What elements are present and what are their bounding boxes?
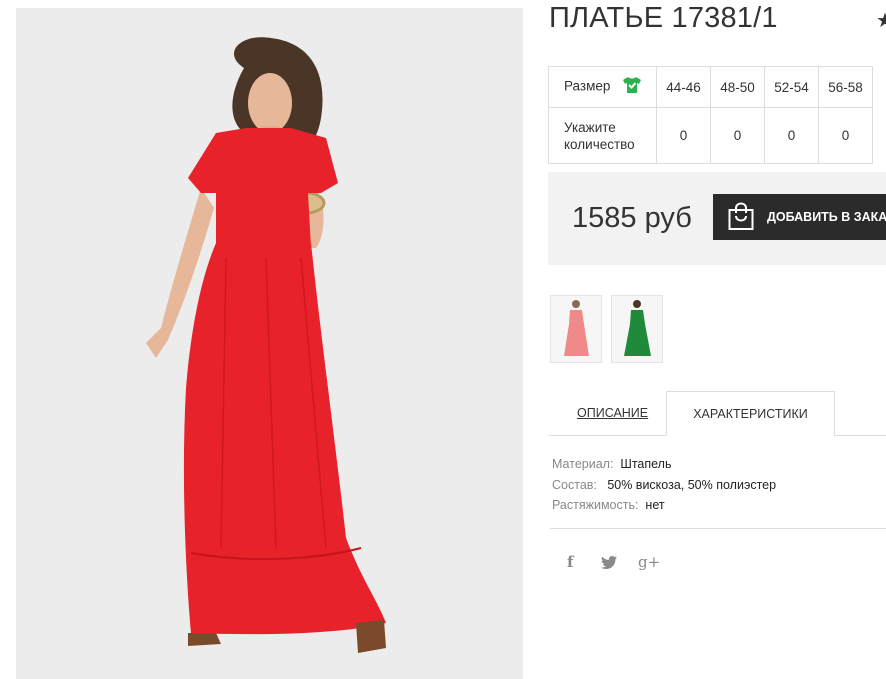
spec-row: Растяжимость: нет xyxy=(552,495,776,516)
divider xyxy=(550,528,886,529)
spec-value: 50% вискоза, 50% полиэстер xyxy=(607,477,777,492)
favorite-star-icon[interactable]: ★ xyxy=(876,8,886,33)
spec-key: Материал: xyxy=(552,457,614,471)
dress-model-image xyxy=(16,8,523,679)
size-option[interactable]: 56-58 xyxy=(818,66,873,108)
size-option[interactable]: 52-54 xyxy=(764,66,819,108)
green-dress-thumbnail[interactable] xyxy=(611,295,663,363)
add-to-order-button[interactable]: ДОБАВИТЬ В ЗАКАЗ xyxy=(713,194,886,240)
tab-characteristics[interactable]: ХАРАКТЕРИСТИКИ xyxy=(666,391,835,436)
green-dress-image xyxy=(612,296,662,362)
pink-dress-image xyxy=(551,296,601,362)
size-label: Размер xyxy=(564,78,611,94)
product-photo[interactable] xyxy=(16,8,523,679)
quantity-input[interactable]: 0 xyxy=(818,107,873,164)
spec-value: нет xyxy=(645,498,665,512)
size-quantity-table: Размер 44-46 48-50 52-54 56-58 Укажите к… xyxy=(548,66,873,164)
pink-dress-thumbnail[interactable] xyxy=(550,295,602,363)
quantity-label: Укажите количество xyxy=(548,107,657,164)
spec-row: Состав: 50% вискоза, 50% полиэстер xyxy=(552,475,776,496)
size-label-cell: Размер xyxy=(548,66,657,108)
twitter-icon[interactable] xyxy=(601,555,617,573)
spec-key: Состав: xyxy=(552,477,597,492)
facebook-icon[interactable]: f xyxy=(567,553,573,571)
size-row: Размер 44-46 48-50 52-54 56-58 xyxy=(548,66,873,108)
size-chart-icon[interactable] xyxy=(622,76,642,98)
active-tab-gap xyxy=(667,435,834,436)
quantity-row: Укажите количество 0 0 0 0 xyxy=(548,107,873,164)
buy-box: 1585 руб ДОБАВИТЬ В ЗАКАЗ xyxy=(548,172,886,265)
spec-key: Растяжимость: xyxy=(552,498,639,512)
product-price: 1585 руб xyxy=(572,202,692,234)
quantity-input[interactable]: 0 xyxy=(764,107,819,164)
size-option[interactable]: 48-50 xyxy=(710,66,765,108)
spec-value: Штапель xyxy=(620,457,672,471)
shopping-bag-icon xyxy=(727,201,755,234)
size-option[interactable]: 44-46 xyxy=(656,66,711,108)
specs-list: Материал: Штапель Состав: 50% вискоза, 5… xyxy=(552,454,776,516)
add-to-order-label: ДОБАВИТЬ В ЗАКАЗ xyxy=(767,210,886,224)
quantity-input[interactable]: 0 xyxy=(656,107,711,164)
quantity-input[interactable]: 0 xyxy=(710,107,765,164)
product-title: ПЛАТЬЕ 17381/1 xyxy=(549,2,778,34)
tab-description[interactable]: ОПИСАНИЕ xyxy=(577,406,648,420)
google-plus-icon[interactable]: g+ xyxy=(638,553,660,571)
spec-row: Материал: Штапель xyxy=(552,454,776,475)
